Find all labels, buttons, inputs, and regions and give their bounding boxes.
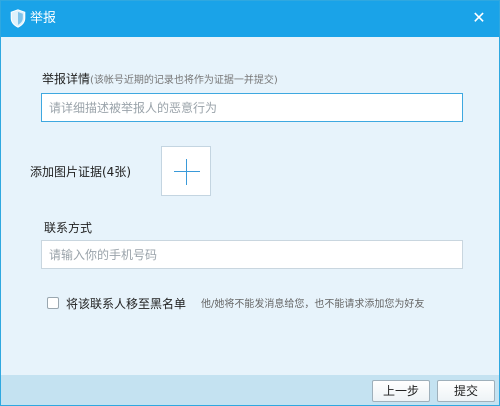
report-detail-label: 举报详情(该帐号近期的记录也将作为证据一并提交) — [42, 71, 278, 89]
report-detail-hint: (该帐号近期的记录也将作为证据一并提交) — [90, 75, 278, 86]
close-icon: ✕ — [472, 8, 486, 27]
submit-button[interactable]: 提交 — [437, 380, 495, 402]
close-button[interactable]: ✕ — [469, 8, 489, 28]
report-detail-input[interactable] — [41, 93, 463, 122]
blacklist-note: 他/她将不能发消息给您，也不能请求添加您为好友 — [201, 299, 425, 310]
shield-icon — [10, 9, 26, 28]
phone-input[interactable] — [41, 240, 463, 269]
report-detail-title: 举报详情 — [42, 72, 91, 86]
blacklist-label: 将该联系人移至黑名单 — [66, 297, 187, 311]
blacklist-checkbox[interactable] — [47, 297, 59, 309]
title-bar[interactable]: 举报 ✕ — [1, 1, 499, 37]
contact-label: 联系方式 — [44, 221, 93, 235]
add-photo-label: 添加图片证据(4张) — [30, 165, 131, 179]
window-title: 举报 — [30, 11, 57, 26]
report-dialog: 举报 ✕ 举报详情(该帐号近期的记录也将作为证据一并提交) 添加图片证据(4张)… — [0, 0, 500, 406]
add-photo-button[interactable] — [161, 146, 211, 196]
previous-step-button[interactable]: 上一步 — [372, 380, 430, 402]
